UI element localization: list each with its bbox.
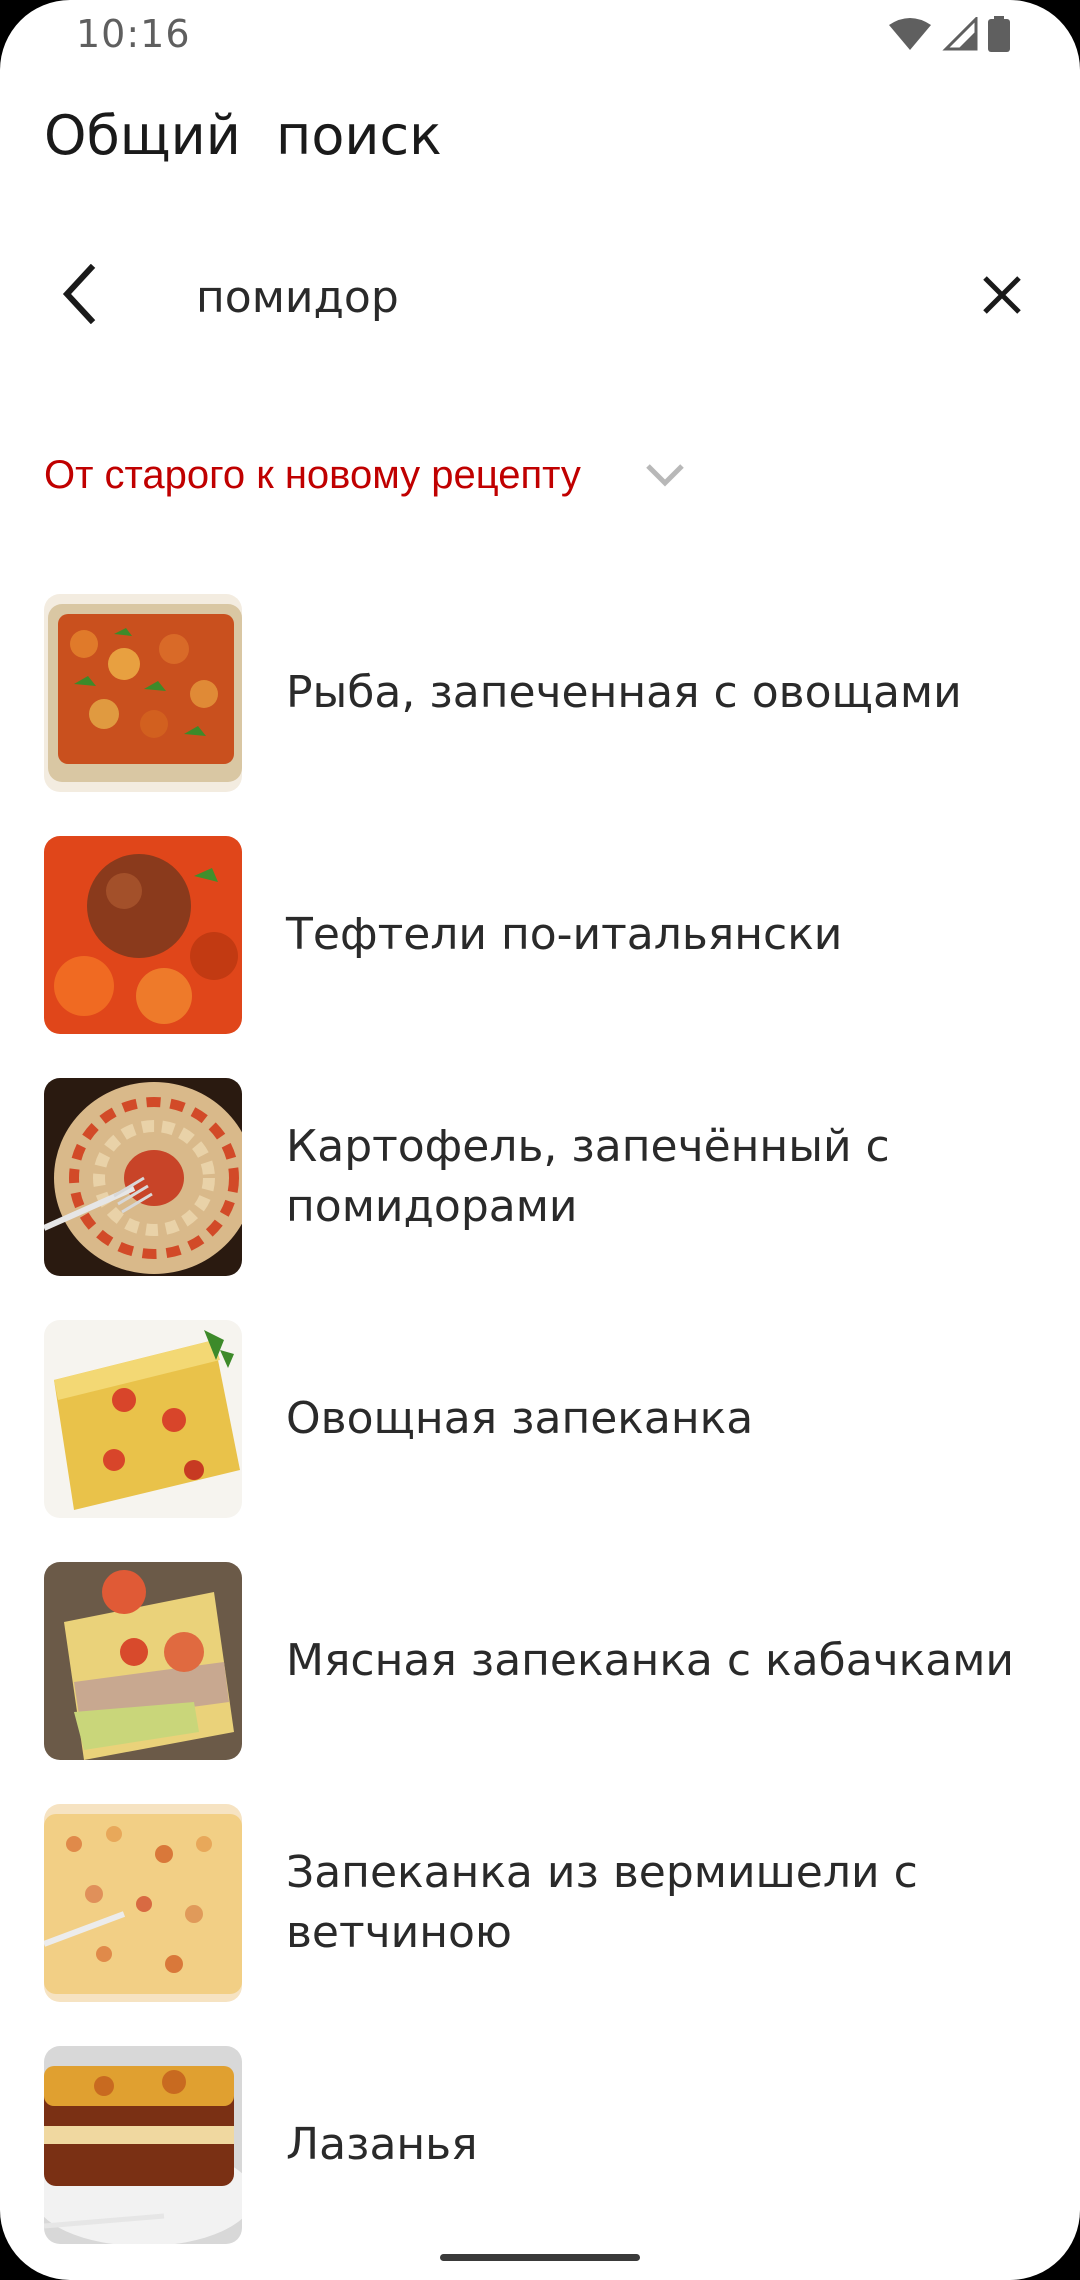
recipe-item[interactable]: Запеканка из вермишели с ветчиною: [0, 1804, 1080, 2046]
recipe-thumbnail: [44, 836, 242, 1034]
recipe-title: Рыба, запеченная с овощами: [286, 667, 962, 718]
wifi-icon: [888, 17, 932, 51]
battery-icon: [988, 16, 1010, 52]
recipe-title: Лазанья: [286, 2119, 478, 2170]
recipe-item[interactable]: Овощная запеканка: [0, 1320, 1080, 1562]
search-input[interactable]: [196, 262, 936, 332]
close-icon: [982, 275, 1022, 319]
screen: 10:16 Общий поиск помидор От старого к н…: [0, 0, 1080, 2280]
recipe-title: Тефтели по-итальянски: [286, 909, 843, 960]
cellular-signal-icon: [942, 17, 978, 51]
recipe-thumbnail: [44, 594, 242, 792]
page-title: Общий поиск: [44, 104, 442, 167]
sort-selected-label: От старого к новому рецепту: [44, 452, 581, 497]
recipe-thumbnail: [44, 1562, 242, 1760]
recipe-item[interactable]: Рыба, запеченная с овощами: [0, 594, 1080, 836]
recipe-item[interactable]: Лазанья: [0, 2046, 1080, 2280]
recipe-title: Запеканка из вермишели с ветчиною: [286, 1847, 918, 1958]
recipe-title: Картофель, запечённый с помидорами: [286, 1121, 890, 1232]
recipe-item[interactable]: Картофель, запечённый с помидорами: [0, 1078, 1080, 1320]
recipe-thumbnail: [44, 2046, 242, 2244]
gesture-bar[interactable]: [440, 2254, 640, 2261]
recipe-list: Рыба, запеченная с овощами Тефтели по-ит…: [0, 594, 1080, 2280]
clear-search-button[interactable]: [966, 262, 1038, 332]
recipe-thumbnail: [44, 1078, 242, 1276]
chevron-left-icon: [59, 263, 99, 328]
recipe-thumbnail: [44, 1804, 242, 2002]
status-icons: [888, 16, 1010, 52]
status-time: 10:16: [76, 12, 191, 56]
status-bar: 10:16: [0, 0, 1080, 70]
recipe-title: Овощная запеканка: [286, 1393, 754, 1444]
recipe-item[interactable]: Тефтели по-итальянски: [0, 836, 1080, 1078]
sort-dropdown[interactable]: От старого к новому рецепту: [44, 440, 685, 510]
recipe-item[interactable]: Мясная запеканка с кабачками: [0, 1562, 1080, 1804]
chevron-down-icon: [645, 463, 685, 487]
recipe-title: Мясная запеканка с кабачками: [286, 1635, 1014, 1686]
back-button[interactable]: [44, 258, 114, 334]
recipe-thumbnail: [44, 1320, 242, 1518]
